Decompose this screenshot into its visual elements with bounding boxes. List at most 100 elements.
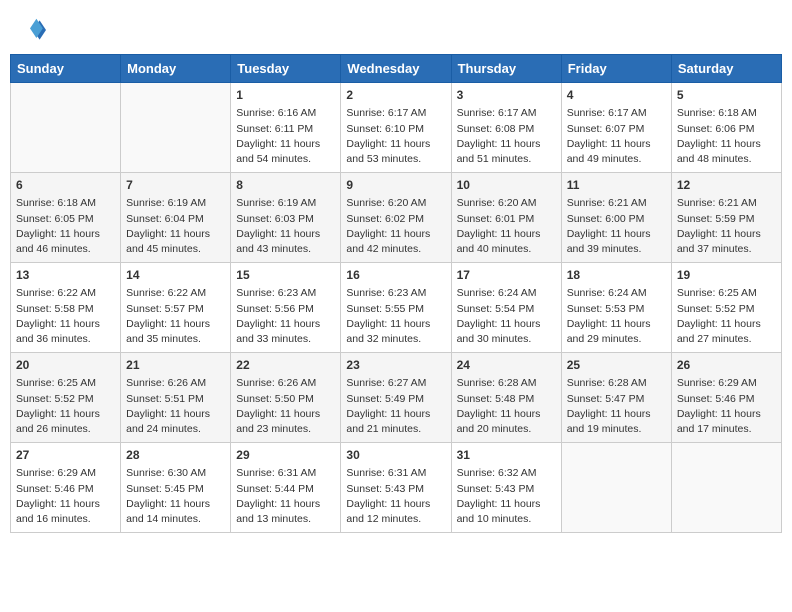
- day-header-monday: Monday: [121, 55, 231, 83]
- day-number: 26: [677, 357, 776, 374]
- day-info: Sunrise: 6:28 AM Sunset: 5:48 PM Dayligh…: [457, 376, 556, 437]
- week-row-3: 13Sunrise: 6:22 AM Sunset: 5:58 PM Dayli…: [11, 263, 782, 353]
- day-number: 10: [457, 177, 556, 194]
- day-info: Sunrise: 6:21 AM Sunset: 5:59 PM Dayligh…: [677, 196, 776, 257]
- week-row-1: 1 Sunrise: 6:16 AM Sunset: 6:11 PM Daylig…: [11, 83, 782, 173]
- day-info: Sunrise: 6:20 AM Sunset: 6:02 PM Dayligh…: [346, 196, 445, 257]
- calendar-cell: 10 Sunrise: 6:20 AM Sunset: 6:01 PM Dayli…: [451, 173, 561, 263]
- day-number: 3: [457, 87, 556, 104]
- day-info: Sunrise: 6:23 AM Sunset: 5:56 PM Dayligh…: [236, 286, 335, 347]
- day-number: 7: [126, 177, 225, 194]
- calendar-cell: 14Sunrise: 6:22 AM Sunset: 5:57 PM Dayli…: [121, 263, 231, 353]
- day-number: 12: [677, 177, 776, 194]
- calendar-cell: [121, 83, 231, 173]
- day-info: Sunrise: 6:17 AM Sunset: 6:08 PM Dayligh…: [457, 106, 556, 167]
- calendar-cell: 25 Sunrise: 6:28 AM Sunset: 5:47 PM Dayli…: [561, 353, 671, 443]
- calendar-cell: 2Sunrise: 6:17 AM Sunset: 6:10 PM Daylig…: [341, 83, 451, 173]
- calendar-cell: 6 Sunrise: 6:18 AM Sunset: 6:05 PM Daylig…: [11, 173, 121, 263]
- day-number: 28: [126, 447, 225, 464]
- calendar-cell: 21Sunrise: 6:26 AM Sunset: 5:51 PM Dayli…: [121, 353, 231, 443]
- calendar-cell: 4 Sunrise: 6:17 AM Sunset: 6:07 PM Daylig…: [561, 83, 671, 173]
- week-row-5: 27 Sunrise: 6:29 AM Sunset: 5:46 PM Dayli…: [11, 443, 782, 533]
- calendar-cell: 18 Sunrise: 6:24 AM Sunset: 5:53 PM Dayli…: [561, 263, 671, 353]
- day-info: Sunrise: 6:21 AM Sunset: 6:00 PM Dayligh…: [567, 196, 666, 257]
- day-info: Sunrise: 6:27 AM Sunset: 5:49 PM Dayligh…: [346, 376, 445, 437]
- day-info: Sunrise: 6:25 AM Sunset: 5:52 PM Dayligh…: [677, 286, 776, 347]
- calendar-cell: [11, 83, 121, 173]
- calendar-cell: 1 Sunrise: 6:16 AM Sunset: 6:11 PM Daylig…: [231, 83, 341, 173]
- day-header-thursday: Thursday: [451, 55, 561, 83]
- day-info: Sunrise: 6:22 AM Sunset: 5:57 PM Dayligh…: [126, 286, 225, 347]
- calendar-cell: 31Sunrise: 6:32 AM Sunset: 5:43 PM Dayli…: [451, 443, 561, 533]
- day-info: Sunrise: 6:32 AM Sunset: 5:43 PM Dayligh…: [457, 466, 556, 527]
- week-row-4: 20 Sunrise: 6:25 AM Sunset: 5:52 PM Dayli…: [11, 353, 782, 443]
- day-header-saturday: Saturday: [671, 55, 781, 83]
- day-info: Sunrise: 6:19 AM Sunset: 6:04 PM Dayligh…: [126, 196, 225, 257]
- page-header: [10, 10, 782, 46]
- calendar-cell: 15Sunrise: 6:23 AM Sunset: 5:56 PM Dayli…: [231, 263, 341, 353]
- day-info: Sunrise: 6:26 AM Sunset: 5:50 PM Dayligh…: [236, 376, 335, 437]
- day-info: Sunrise: 6:29 AM Sunset: 5:46 PM Dayligh…: [16, 466, 115, 527]
- day-info: Sunrise: 6:24 AM Sunset: 5:54 PM Dayligh…: [457, 286, 556, 347]
- logo-icon: [14, 14, 46, 46]
- day-number: 16: [346, 267, 445, 284]
- day-info: Sunrise: 6:18 AM Sunset: 6:05 PM Dayligh…: [16, 196, 115, 257]
- day-info: Sunrise: 6:17 AM Sunset: 6:10 PM Dayligh…: [346, 106, 445, 167]
- calendar-cell: 7 Sunrise: 6:19 AM Sunset: 6:04 PM Daylig…: [121, 173, 231, 263]
- day-header-friday: Friday: [561, 55, 671, 83]
- calendar-cell: 30 Sunrise: 6:31 AM Sunset: 5:43 PM Dayli…: [341, 443, 451, 533]
- day-number: 27: [16, 447, 115, 464]
- day-info: Sunrise: 6:30 AM Sunset: 5:45 PM Dayligh…: [126, 466, 225, 527]
- day-info: Sunrise: 6:22 AM Sunset: 5:58 PM Dayligh…: [16, 286, 115, 347]
- day-number: 19: [677, 267, 776, 284]
- day-info: Sunrise: 6:26 AM Sunset: 5:51 PM Dayligh…: [126, 376, 225, 437]
- calendar-cell: 8 Sunrise: 6:19 AM Sunset: 6:03 PM Daylig…: [231, 173, 341, 263]
- day-number: 22: [236, 357, 335, 374]
- day-number: 6: [16, 177, 115, 194]
- day-number: 24: [457, 357, 556, 374]
- day-number: 25: [567, 357, 666, 374]
- calendar-cell: 27 Sunrise: 6:29 AM Sunset: 5:46 PM Dayli…: [11, 443, 121, 533]
- calendar-cell: 26 Sunrise: 6:29 AM Sunset: 5:46 PM Dayli…: [671, 353, 781, 443]
- day-info: Sunrise: 6:17 AM Sunset: 6:07 PM Dayligh…: [567, 106, 666, 167]
- calendar-table: SundayMondayTuesdayWednesdayThursdayFrid…: [10, 54, 782, 533]
- calendar-cell: 22 Sunrise: 6:26 AM Sunset: 5:50 PM Dayli…: [231, 353, 341, 443]
- day-info: Sunrise: 6:31 AM Sunset: 5:43 PM Dayligh…: [346, 466, 445, 527]
- day-number: 30: [346, 447, 445, 464]
- week-row-2: 6 Sunrise: 6:18 AM Sunset: 6:05 PM Daylig…: [11, 173, 782, 263]
- calendar-cell: 5 Sunrise: 6:18 AM Sunset: 6:06 PM Daylig…: [671, 83, 781, 173]
- calendar-cell: 12 Sunrise: 6:21 AM Sunset: 5:59 PM Dayli…: [671, 173, 781, 263]
- day-number: 8: [236, 177, 335, 194]
- day-header-sunday: Sunday: [11, 55, 121, 83]
- calendar-cell: 29 Sunrise: 6:31 AM Sunset: 5:44 PM Dayli…: [231, 443, 341, 533]
- day-info: Sunrise: 6:18 AM Sunset: 6:06 PM Dayligh…: [677, 106, 776, 167]
- day-header-wednesday: Wednesday: [341, 55, 451, 83]
- day-number: 5: [677, 87, 776, 104]
- calendar-cell: [561, 443, 671, 533]
- calendar-cell: 13Sunrise: 6:22 AM Sunset: 5:58 PM Dayli…: [11, 263, 121, 353]
- day-info: Sunrise: 6:20 AM Sunset: 6:01 PM Dayligh…: [457, 196, 556, 257]
- calendar-cell: 9 Sunrise: 6:20 AM Sunset: 6:02 PM Daylig…: [341, 173, 451, 263]
- day-info: Sunrise: 6:19 AM Sunset: 6:03 PM Dayligh…: [236, 196, 335, 257]
- day-number: 29: [236, 447, 335, 464]
- day-info: Sunrise: 6:23 AM Sunset: 5:55 PM Dayligh…: [346, 286, 445, 347]
- calendar-cell: 20 Sunrise: 6:25 AM Sunset: 5:52 PM Dayli…: [11, 353, 121, 443]
- day-number: 9: [346, 177, 445, 194]
- day-info: Sunrise: 6:31 AM Sunset: 5:44 PM Dayligh…: [236, 466, 335, 527]
- calendar-cell: 11Sunrise: 6:21 AM Sunset: 6:00 PM Dayli…: [561, 173, 671, 263]
- day-info: Sunrise: 6:28 AM Sunset: 5:47 PM Dayligh…: [567, 376, 666, 437]
- calendar-cell: 17Sunrise: 6:24 AM Sunset: 5:54 PM Dayli…: [451, 263, 561, 353]
- day-number: 4: [567, 87, 666, 104]
- calendar-cell: 16 Sunrise: 6:23 AM Sunset: 5:55 PM Dayli…: [341, 263, 451, 353]
- day-info: Sunrise: 6:24 AM Sunset: 5:53 PM Dayligh…: [567, 286, 666, 347]
- day-info: Sunrise: 6:25 AM Sunset: 5:52 PM Dayligh…: [16, 376, 115, 437]
- day-info: Sunrise: 6:16 AM Sunset: 6:11 PM Dayligh…: [236, 106, 335, 167]
- day-info: Sunrise: 6:29 AM Sunset: 5:46 PM Dayligh…: [677, 376, 776, 437]
- calendar-cell: 23Sunrise: 6:27 AM Sunset: 5:49 PM Dayli…: [341, 353, 451, 443]
- calendar-cell: 24 Sunrise: 6:28 AM Sunset: 5:48 PM Dayli…: [451, 353, 561, 443]
- day-number: 20: [16, 357, 115, 374]
- calendar-cell: 28 Sunrise: 6:30 AM Sunset: 5:45 PM Dayli…: [121, 443, 231, 533]
- day-number: 1: [236, 87, 335, 104]
- calendar-cell: 19 Sunrise: 6:25 AM Sunset: 5:52 PM Dayli…: [671, 263, 781, 353]
- day-number: 18: [567, 267, 666, 284]
